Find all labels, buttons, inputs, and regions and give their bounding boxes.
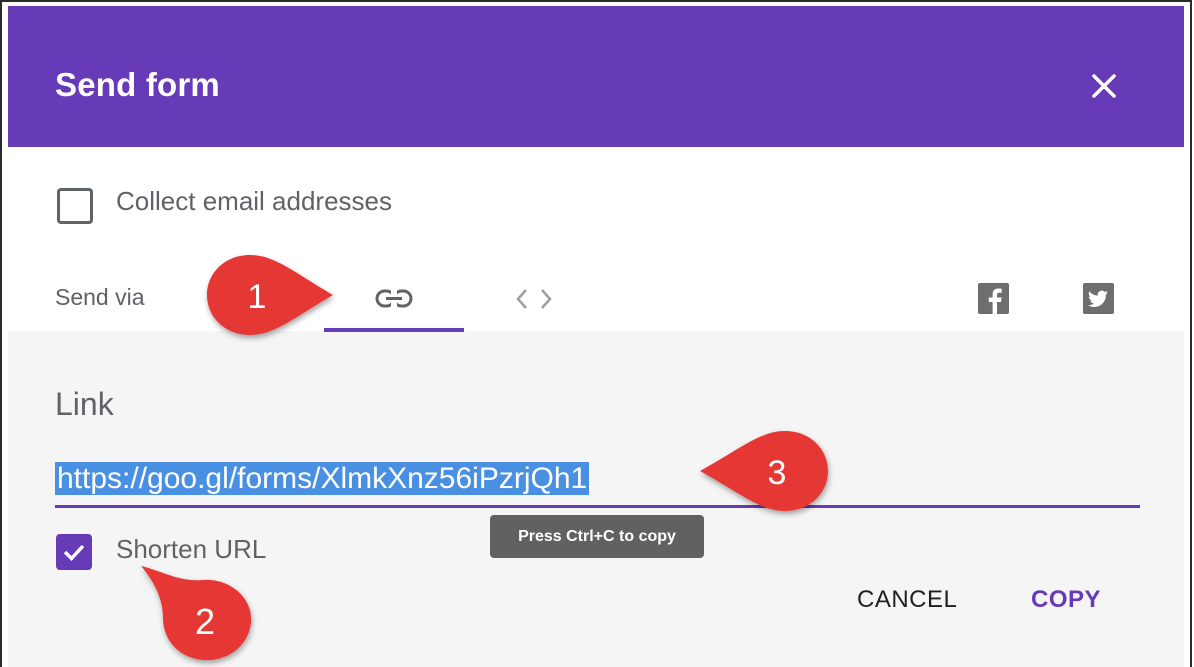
callout-1-label: 1 [248,278,267,316]
copy-tooltip: Press Ctrl+C to copy [490,515,704,558]
send-via-label: Send via [55,284,145,310]
dialog-title: Send form [55,66,220,103]
callout-3: 3 [700,431,828,511]
callout-2: 2 [141,566,252,661]
shorten-url-checkbox[interactable] [56,534,92,570]
check-icon [63,544,85,562]
twitter-icon[interactable] [1083,283,1114,314]
tab-link[interactable] [324,264,464,334]
copy-button[interactable]: COPY [1031,586,1101,614]
tab-embed[interactable] [494,264,574,334]
callout-2-label: 2 [195,601,215,642]
link-icon [375,289,413,308]
tab-link-indicator [324,328,464,332]
link-heading: Link [55,386,114,422]
url-field[interactable]: https://goo.gl/forms/XlmkXnz56iPzrjQh1 [55,461,590,497]
cancel-button[interactable]: CANCEL [857,586,957,614]
embed-code-icon [516,289,552,309]
url-text[interactable]: https://goo.gl/forms/XlmkXnz56iPzrjQh1 [55,462,590,495]
close-icon[interactable] [1086,68,1122,104]
callout-3-label: 3 [768,454,787,492]
callout-1: 1 [207,255,333,335]
collect-email-checkbox[interactable] [57,188,93,224]
collect-email-label: Collect email addresses [116,186,393,216]
url-field-underline [55,505,1140,508]
dialog-header: Send form [8,6,1184,147]
facebook-icon[interactable] [978,283,1009,314]
